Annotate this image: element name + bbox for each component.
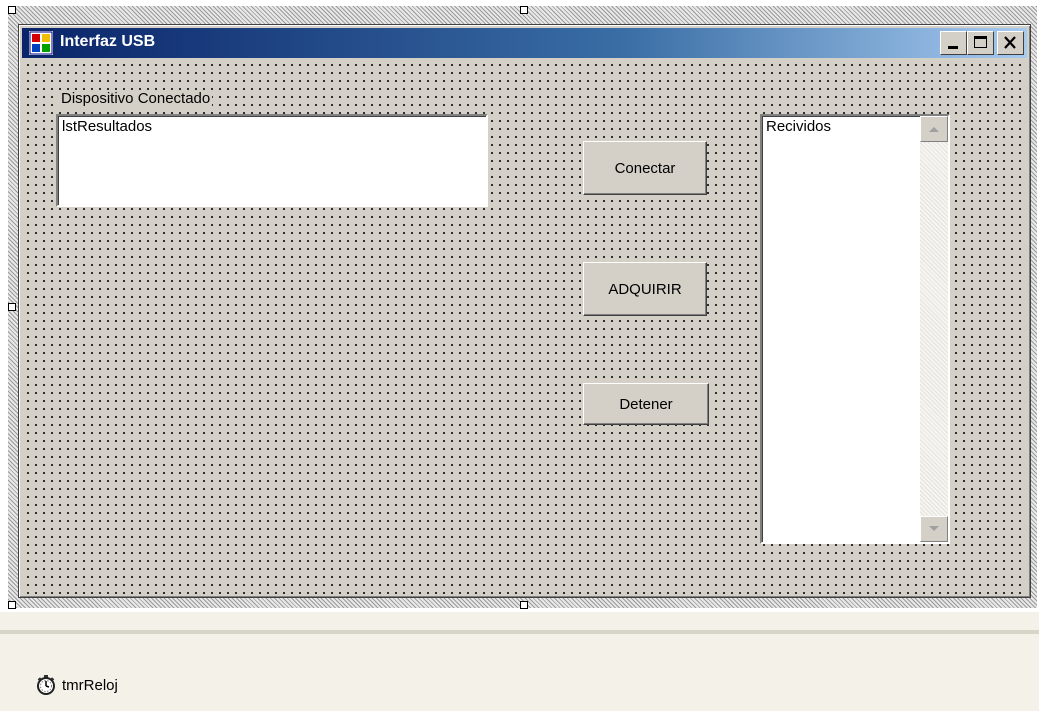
device-connected-label: Dispositivo Conectado (59, 90, 213, 107)
window-title: Interfaz USB (60, 33, 156, 50)
resize-handle-middle-left[interactable] (8, 303, 16, 311)
scroll-down-button[interactable] (920, 516, 948, 542)
close-button[interactable] (997, 31, 1024, 55)
vertical-scrollbar[interactable] (920, 116, 948, 542)
resize-handle-top-left[interactable] (8, 6, 16, 14)
form-client-area: Dispositivo Conectado lstResultados Cone… (22, 59, 1027, 594)
scroll-down-arrow-icon (929, 526, 939, 531)
list-item[interactable]: lstResultados (58, 116, 486, 137)
maximize-button[interactable] (967, 31, 994, 55)
connect-button[interactable]: Conectar (583, 141, 707, 195)
stop-button[interactable]: Detener (583, 383, 709, 425)
minimize-icon (948, 46, 958, 49)
minimize-button[interactable] (940, 31, 967, 55)
acquire-button[interactable]: ADQUIRIR (583, 262, 707, 316)
form-window[interactable]: Interfaz USB Dispositivo Conectado lstRe… (18, 24, 1031, 598)
stopwatch-icon (37, 675, 55, 695)
designer-surface: Interfaz USB Dispositivo Conectado lstRe… (0, 0, 1039, 612)
title-bar[interactable]: Interfaz USB (22, 28, 1027, 58)
application-icon (29, 31, 53, 55)
resize-handle-bottom-left[interactable] (8, 601, 16, 609)
received-listbox[interactable]: Recividos (760, 114, 950, 544)
component-tray-divider (0, 630, 1039, 634)
maximize-icon (974, 36, 987, 48)
resize-handle-bottom-center[interactable] (520, 601, 528, 609)
results-listbox[interactable]: lstResultados (56, 114, 488, 207)
close-icon (1004, 36, 1016, 49)
tray-item-timer[interactable]: tmrReloj (36, 674, 118, 696)
caption-buttons (940, 31, 1024, 55)
scroll-up-arrow-icon (929, 127, 939, 132)
resize-handle-top-center[interactable] (520, 6, 528, 14)
tray-item-label: tmrReloj (62, 676, 118, 694)
scroll-up-button[interactable] (920, 116, 948, 142)
